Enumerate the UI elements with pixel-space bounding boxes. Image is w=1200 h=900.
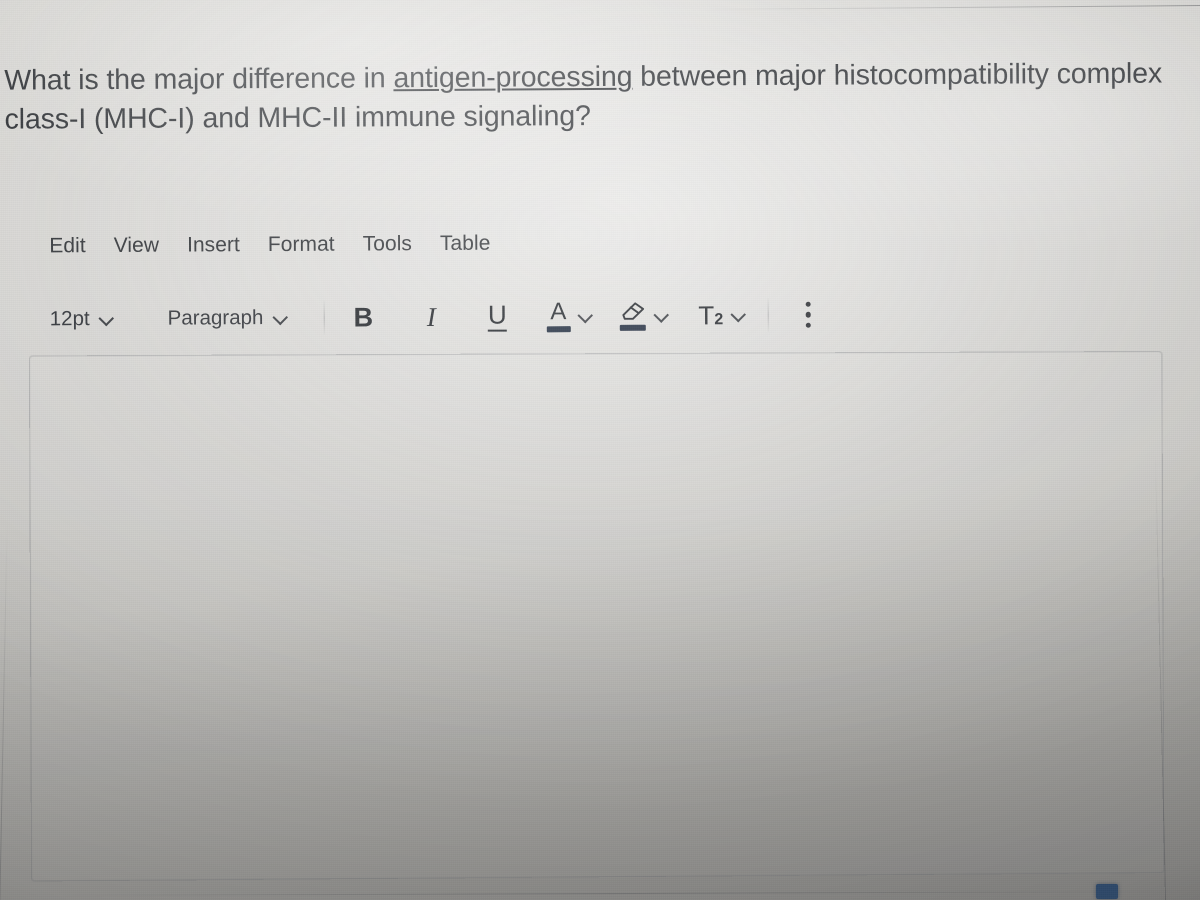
superscript-icon: T2 <box>698 300 723 331</box>
highlight-color-group[interactable] <box>618 301 668 331</box>
underline-icon: U <box>487 299 507 332</box>
chevron-down-icon[interactable] <box>733 308 746 321</box>
toolbar-divider <box>323 300 325 335</box>
text-color-letter: A <box>550 297 567 325</box>
menu-item-edit[interactable]: Edit <box>35 232 100 260</box>
menu-item-format[interactable]: Format <box>254 231 349 260</box>
italic-button[interactable]: I <box>414 297 448 337</box>
chevron-down-icon[interactable] <box>579 309 592 322</box>
font-size-select[interactable]: 12pt <box>44 305 120 333</box>
screen-indicator-chip <box>1096 884 1118 899</box>
bold-icon: B <box>353 301 374 333</box>
chevron-down-icon[interactable] <box>655 308 668 321</box>
superscript-base: T <box>698 299 715 330</box>
chevron-down-icon <box>101 311 114 324</box>
text-color-group[interactable]: A <box>546 297 592 332</box>
chevron-down-icon <box>274 310 287 323</box>
menu-item-view[interactable]: View <box>100 232 174 260</box>
menu-item-table[interactable]: Table <box>426 230 505 258</box>
kebab-dot <box>805 322 811 328</box>
editor-menubar: Edit View Insert Format Tools Table <box>35 230 504 261</box>
superscript-group[interactable]: T2 <box>698 300 746 331</box>
block-format-value: Paragraph <box>167 306 264 330</box>
menu-item-tools[interactable]: Tools <box>349 230 426 258</box>
block-format-select[interactable]: Paragraph <box>162 304 294 333</box>
editor-toolbar: 12pt Paragraph B I U A T 2 <box>44 292 822 343</box>
text-color-icon: A <box>546 297 571 332</box>
kebab-menu-icon[interactable] <box>795 296 821 334</box>
superscript-exponent: 2 <box>714 310 724 328</box>
browser-screen-content: What is the major difference in antigen-… <box>0 0 1200 900</box>
rich-text-editor-area[interactable] <box>28 350 1165 882</box>
font-size-value: 12pt <box>49 307 90 331</box>
highlighter-icon <box>618 301 646 331</box>
photographed-screen: What is the major difference in antigen-… <box>0 0 1200 900</box>
question-text-underlined: antigen-processing <box>393 60 633 95</box>
question-prompt: What is the major difference in antigen-… <box>4 54 1196 139</box>
bold-button[interactable]: B <box>346 297 380 337</box>
kebab-dot <box>805 301 811 307</box>
highlight-color-swatch <box>619 324 646 331</box>
text-color-swatch <box>546 325 571 332</box>
toolbar-divider-2 <box>768 297 770 332</box>
menu-item-insert[interactable]: Insert <box>173 231 254 259</box>
question-text-part-1: What is the major difference in <box>4 62 394 97</box>
italic-icon: I <box>426 301 436 332</box>
underline-button[interactable]: U <box>480 297 514 337</box>
kebab-dot <box>805 311 811 318</box>
